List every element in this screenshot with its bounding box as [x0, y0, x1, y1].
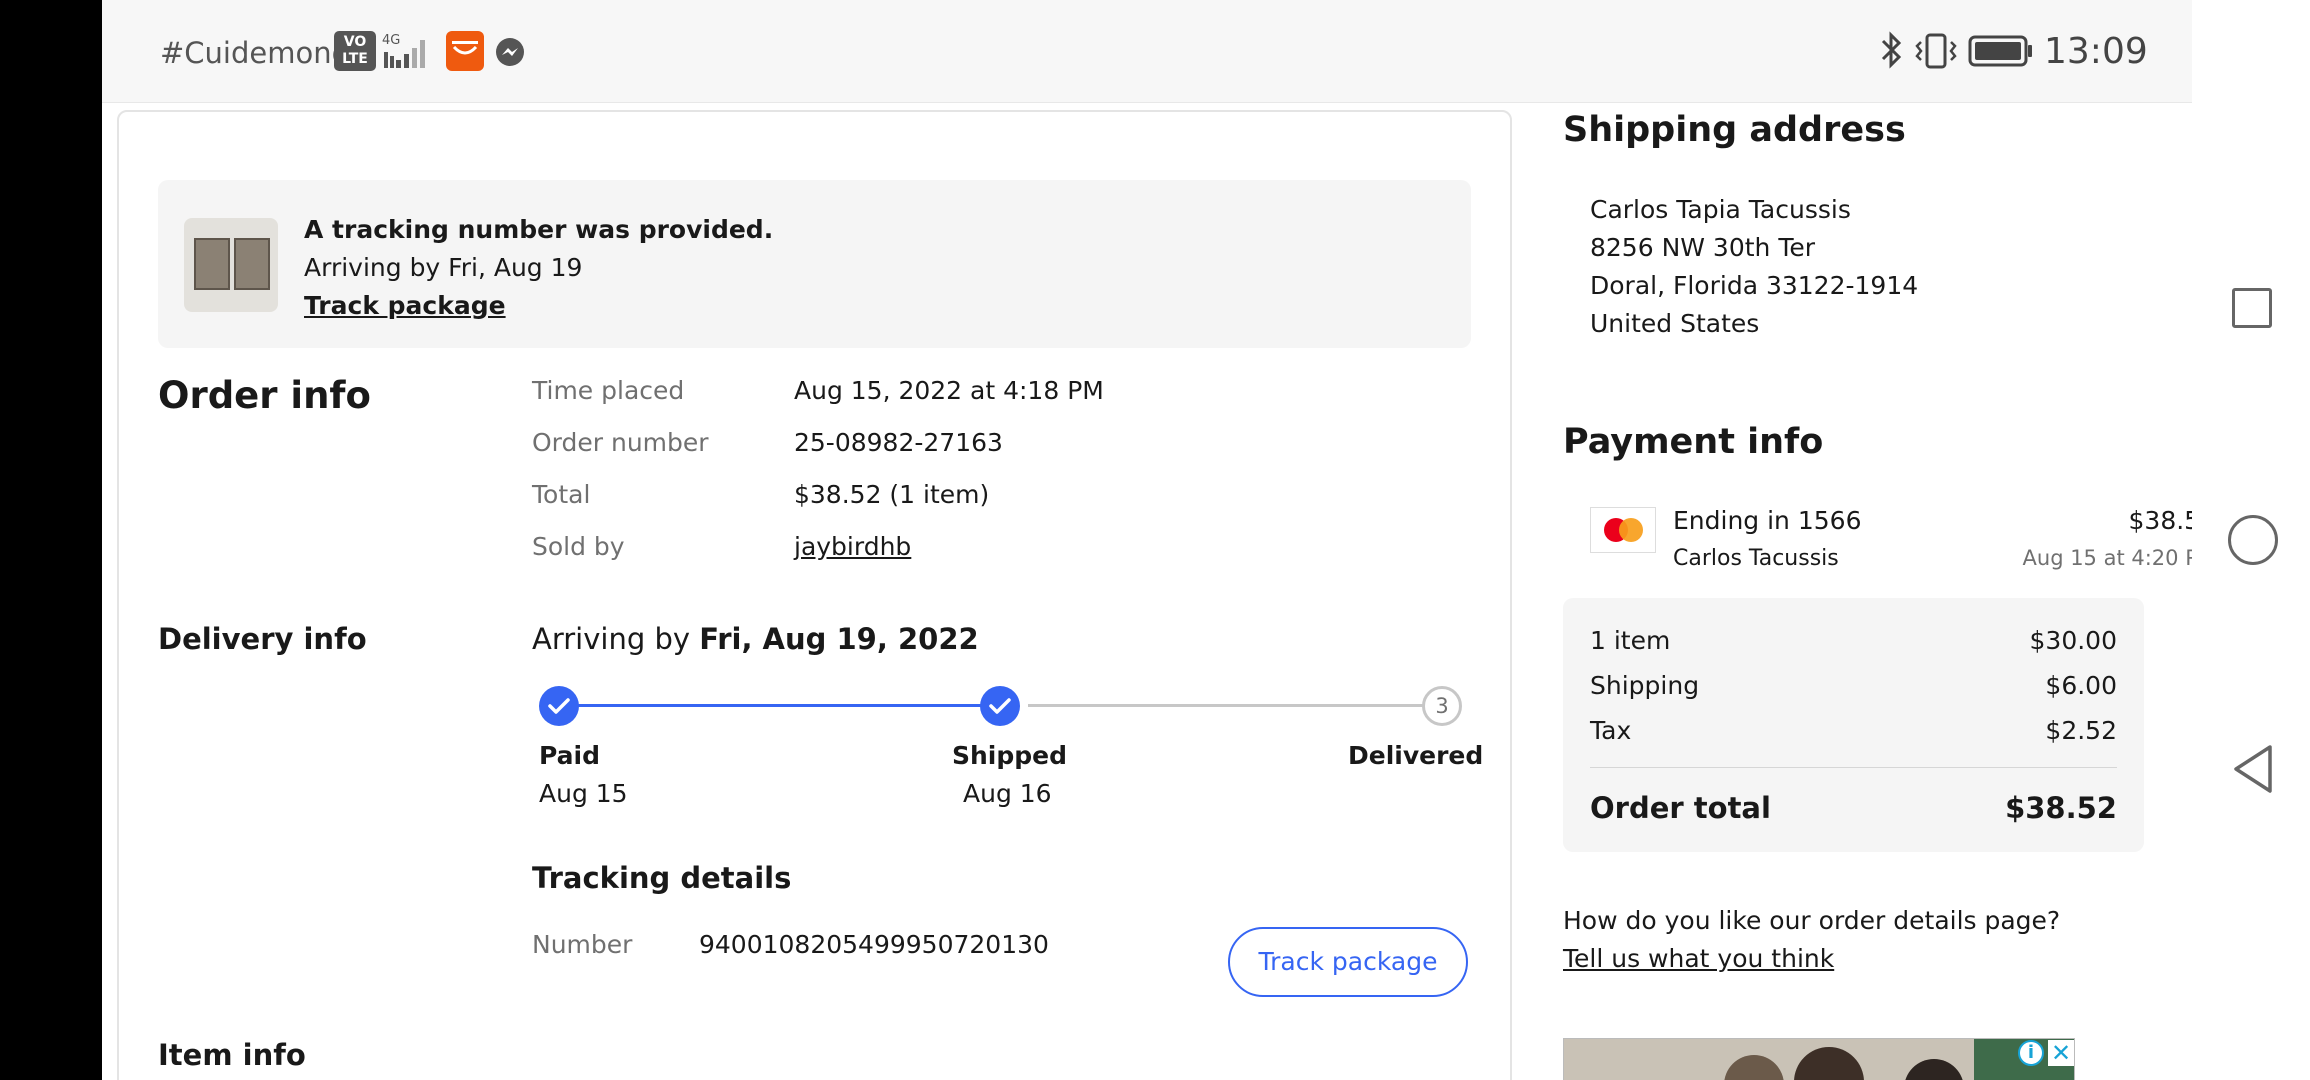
volte-icon: VO LTE [334, 31, 376, 71]
shipping-address-heading: Shipping address [1563, 110, 1906, 150]
order-summary-panel: 1 item $30.00 Shipping $6.00 Tax $2.52 O… [1563, 598, 2144, 852]
tracking-number-value: 9400108205499950720130 [699, 930, 1049, 959]
order-number-label: Order number [532, 428, 709, 457]
tracking-banner: A tracking number was provided. Arriving… [158, 180, 1471, 348]
order-total-value: $38.52 [2005, 791, 2117, 825]
status-bar: #Cuidemonos VO LTE 4G 13:09 [102, 0, 2192, 103]
item-thumbnail [184, 218, 278, 312]
tracking-number-label: Number [532, 930, 633, 959]
summary-tax-label: Tax [1590, 716, 1632, 745]
sold-by-label: Sold by [532, 532, 625, 561]
mastercard-yellow-circle [1619, 518, 1643, 542]
arriving-by-text: Arriving by Fri, Aug 19, 2022 [532, 622, 979, 656]
svg-text:4G: 4G [382, 33, 400, 48]
recents-square-icon[interactable] [2232, 288, 2272, 328]
order-info-heading: Order info [158, 374, 371, 417]
time-placed-value: Aug 15, 2022 at 4:18 PM [794, 376, 1104, 405]
aliexpress-icon [446, 31, 484, 71]
step-shipped-date: Aug 16 [963, 779, 1052, 808]
order-total-label: Order total [1590, 791, 1771, 825]
ad-info-icon[interactable]: i [2018, 1040, 2044, 1066]
address-country: United States [1590, 309, 1760, 338]
order-number-value: 25-08982-27163 [794, 428, 1003, 457]
track-package-button[interactable]: Track package [1228, 927, 1468, 997]
total-value: $38.52 (1 item) [794, 480, 990, 509]
arriving-prefix: Arriving by [532, 622, 700, 656]
track-package-link[interactable]: Track package [304, 291, 506, 320]
ad-close-icon[interactable]: ✕ [2048, 1040, 2074, 1066]
ad-person [1724, 1055, 1784, 1080]
payment-amount: $38.52 [2128, 506, 2192, 535]
payment-date: Aug 15 at 4:20 PM [2022, 546, 2192, 570]
step-paid-name: Paid [539, 741, 600, 770]
card-ending: Ending in 1566 [1673, 506, 1862, 535]
address-name: Carlos Tapia Tacussis [1590, 195, 1851, 224]
delivery-info-heading: Delivery info [158, 622, 367, 656]
address-city: Doral, Florida 33122-1914 [1590, 271, 1919, 300]
summary-tax-value: $2.52 [2045, 716, 2117, 745]
messenger-icon [496, 38, 524, 66]
card-holder-name: Carlos Tacussis [1673, 546, 1839, 571]
step-paid-date: Aug 15 [539, 779, 628, 808]
address-street: 8256 NW 30th Ter [1590, 233, 1816, 262]
ad-person [1904, 1059, 1964, 1080]
status-time: 13:09 [2044, 31, 2148, 72]
figure-box-left [194, 238, 230, 290]
vibrate-icon [1915, 33, 1957, 69]
feedback-link[interactable]: Tell us what you think [1563, 944, 1834, 973]
home-circle-icon[interactable] [2228, 515, 2278, 565]
tracking-details-heading: Tracking details [532, 861, 792, 895]
volte-top-text: VO [343, 34, 367, 50]
figure-box-right [234, 238, 270, 290]
ad-banner-image[interactable] [1563, 1038, 2075, 1080]
summary-shipping-value: $6.00 [2045, 671, 2117, 700]
app-screen: #Cuidemonos VO LTE 4G 13:09 A tracking n… [102, 0, 2192, 1080]
step-delivered-name: Delivered [1348, 741, 1484, 770]
time-placed-label: Time placed [532, 376, 685, 405]
battery-icon [1968, 35, 2032, 67]
back-triangle-icon[interactable] [2230, 743, 2276, 795]
bluetooth-icon [1881, 31, 1902, 69]
summary-items-label: 1 item [1590, 626, 1671, 655]
summary-shipping-label: Shipping [1590, 671, 1700, 700]
ad-person [1794, 1047, 1864, 1080]
step-delivered-number: 3 [1422, 686, 1462, 726]
step-shipped-check-icon [980, 686, 1020, 726]
item-info-heading: Item info [158, 1038, 306, 1072]
progress-line-complete [574, 704, 1000, 707]
summary-divider [1590, 767, 2117, 768]
total-label: Total [532, 480, 591, 509]
volte-bottom-text: LTE [342, 51, 368, 67]
progress-line-pending [1028, 704, 1438, 707]
system-nav-bar [2192, 0, 2310, 1080]
arriving-date: Fri, Aug 19, 2022 [699, 622, 979, 656]
step-shipped-name: Shipped [952, 741, 1068, 770]
summary-items-value: $30.00 [2029, 626, 2117, 655]
payment-info-heading: Payment info [1563, 422, 1824, 462]
step-paid-check-icon [539, 686, 579, 726]
banner-title: A tracking number was provided. [304, 215, 774, 244]
feedback-question: How do you like our order details page? [1563, 906, 2061, 935]
banner-arriving: Arriving by Fri, Aug 19 [304, 253, 583, 282]
mastercard-icon [1590, 507, 1656, 553]
seller-link[interactable]: jaybirdhb [794, 532, 911, 561]
signal-icon: 4G [382, 33, 425, 68]
